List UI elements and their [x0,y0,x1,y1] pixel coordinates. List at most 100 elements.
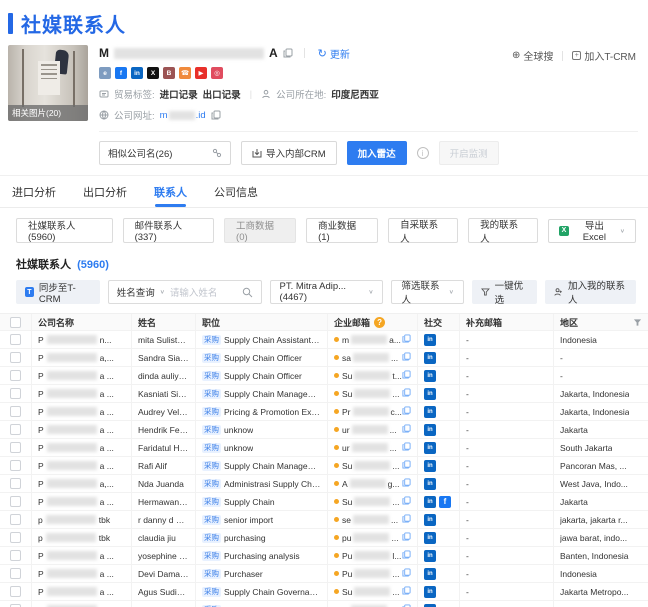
name-search-input[interactable]: 请输入姓名 [170,285,237,299]
join-tcrm-button[interactable]: + 加入T-CRM [572,48,636,63]
quick-select-button[interactable]: 一键优选 [471,280,538,306]
row-checkbox[interactable] [10,586,21,597]
linkedin-icon[interactable]: in [424,423,436,436]
chip-my-contacts[interactable]: 我的联系人 [468,218,539,245]
chip-self-collected[interactable]: 自采联系人 [388,218,459,245]
copy-icon[interactable] [402,406,411,417]
copy-icon[interactable] [283,48,293,58]
linkedin-icon[interactable]: in [424,585,436,598]
linkedin-icon[interactable]: in [424,405,436,418]
copy-icon[interactable] [402,424,411,435]
name-query-dropdown[interactable]: 姓名查询 [117,285,155,299]
copy-icon[interactable] [402,478,411,489]
export-excel-button[interactable]: X 导出 Excel ∨ [548,218,636,243]
region-cell: - [554,349,648,366]
copy-icon[interactable] [402,586,411,597]
linkedin-icon[interactable]: in [131,67,143,79]
linkedin-icon[interactable]: in [424,351,436,364]
chip-social-contacts[interactable]: 社媒联系人(5960) [16,218,113,243]
trade-tag-export[interactable]: 出口记录 [203,87,241,101]
copy-icon[interactable] [402,352,411,363]
chip-commercial-data[interactable]: 商业数据(1) [306,218,379,243]
import-crm-button[interactable]: 导入内部CRM [241,141,337,165]
facebook-icon[interactable]: f [439,495,451,508]
chip-email-contacts[interactable]: 邮件联系人(337) [122,218,215,243]
similar-company-button[interactable]: 相似公司名(26) [99,141,231,165]
instagram-icon[interactable]: ◎ [211,67,223,79]
row-checkbox[interactable] [10,334,21,345]
row-checkbox[interactable] [10,460,21,471]
email-cell: ur... [328,421,418,438]
company-filter-dropdown[interactable]: PT. Mitra Adip...(4467) ∨ [269,280,384,304]
copy-icon[interactable] [402,568,411,579]
add-my-contacts-button[interactable]: 加入我的联系人 [545,280,637,306]
website-link[interactable]: m .id [160,110,206,121]
linkedin-icon[interactable]: in [424,549,436,562]
copy-icon[interactable] [402,496,411,507]
pinterest-icon[interactable]: B [163,67,175,79]
update-button[interactable]: ↻ 更新 [318,46,350,61]
row-checkbox[interactable] [10,532,21,543]
copy-icon[interactable] [402,334,411,345]
chip-business-registry[interactable]: 工商数据(0) [224,218,297,243]
linkedin-icon[interactable]: in [424,567,436,580]
info-icon[interactable]: i [416,147,429,159]
copy-icon[interactable] [211,110,221,120]
global-search-button[interactable]: ⊕ 全球搜 [512,48,553,63]
filter-contacts-dropdown[interactable]: 筛选联系人 ∨ [391,280,464,306]
copy-icon[interactable] [402,460,411,471]
row-checkbox[interactable] [10,568,21,579]
select-all-checkbox[interactable] [10,316,21,328]
youtube-icon[interactable]: ▶ [195,67,207,79]
search-icon[interactable] [242,287,253,298]
row-checkbox[interactable] [10,478,21,489]
monitor-button[interactable]: 开启监测 [438,141,499,165]
row-checkbox[interactable] [10,496,21,507]
copy-icon[interactable] [402,550,411,561]
position-cell: 采购 unknow [196,439,328,456]
linkedin-icon[interactable]: in [424,513,436,526]
help-icon[interactable]: ? [374,316,386,328]
copy-icon[interactable] [402,514,411,525]
copy-icon[interactable] [402,370,411,381]
row-checkbox[interactable] [10,514,21,525]
tab-export-analysis[interactable]: 出口分析 [83,176,127,207]
row-checkbox[interactable] [10,370,21,381]
copy-icon[interactable] [402,532,411,543]
copy-icon[interactable] [402,442,411,453]
trade-tag-import[interactable]: 进口记录 [160,87,198,101]
linkedin-icon[interactable]: in [424,459,436,472]
facebook-icon[interactable]: f [115,67,127,79]
linkedin-icon[interactable]: in [424,441,436,454]
copy-icon[interactable] [402,388,411,399]
row-checkbox[interactable] [10,424,21,435]
linkedin-icon[interactable]: in [424,495,436,508]
row-checkbox-cell [0,493,32,510]
linkedin-icon[interactable]: in [424,531,436,544]
linkedin-icon[interactable]: in [424,333,436,346]
phone-icon[interactable]: ☎ [179,67,191,79]
linkedin-icon[interactable]: in [424,369,436,382]
divider [562,50,564,61]
extra-email-value: - [466,352,469,363]
tab-import-analysis[interactable]: 进口分析 [12,176,56,207]
tab-company-info[interactable]: 公司信息 [214,176,258,207]
tab-contacts[interactable]: 联系人 [154,176,187,207]
row-checkbox[interactable] [10,550,21,561]
linkedin-icon[interactable]: in [424,387,436,400]
linkedin-icon[interactable]: in [424,477,436,490]
region-value: - [560,352,563,363]
linkedin-icon[interactable]: in [424,603,436,607]
sync-tcrm-button[interactable]: T 同步至T-CRM [16,280,100,305]
tag-icon [99,90,109,98]
row-checkbox[interactable] [10,442,21,453]
company-photo[interactable]: 相关图片(20) [8,45,88,121]
position-cell: 采购 senior import [196,511,328,528]
row-checkbox[interactable] [10,352,21,363]
row-checkbox[interactable] [10,406,21,417]
row-checkbox[interactable] [10,388,21,399]
filter-icon[interactable] [633,318,642,327]
join-radar-button[interactable]: 加入雷达 [346,141,407,165]
website-icon[interactable]: e [99,67,111,79]
x-icon[interactable]: X [147,67,159,79]
